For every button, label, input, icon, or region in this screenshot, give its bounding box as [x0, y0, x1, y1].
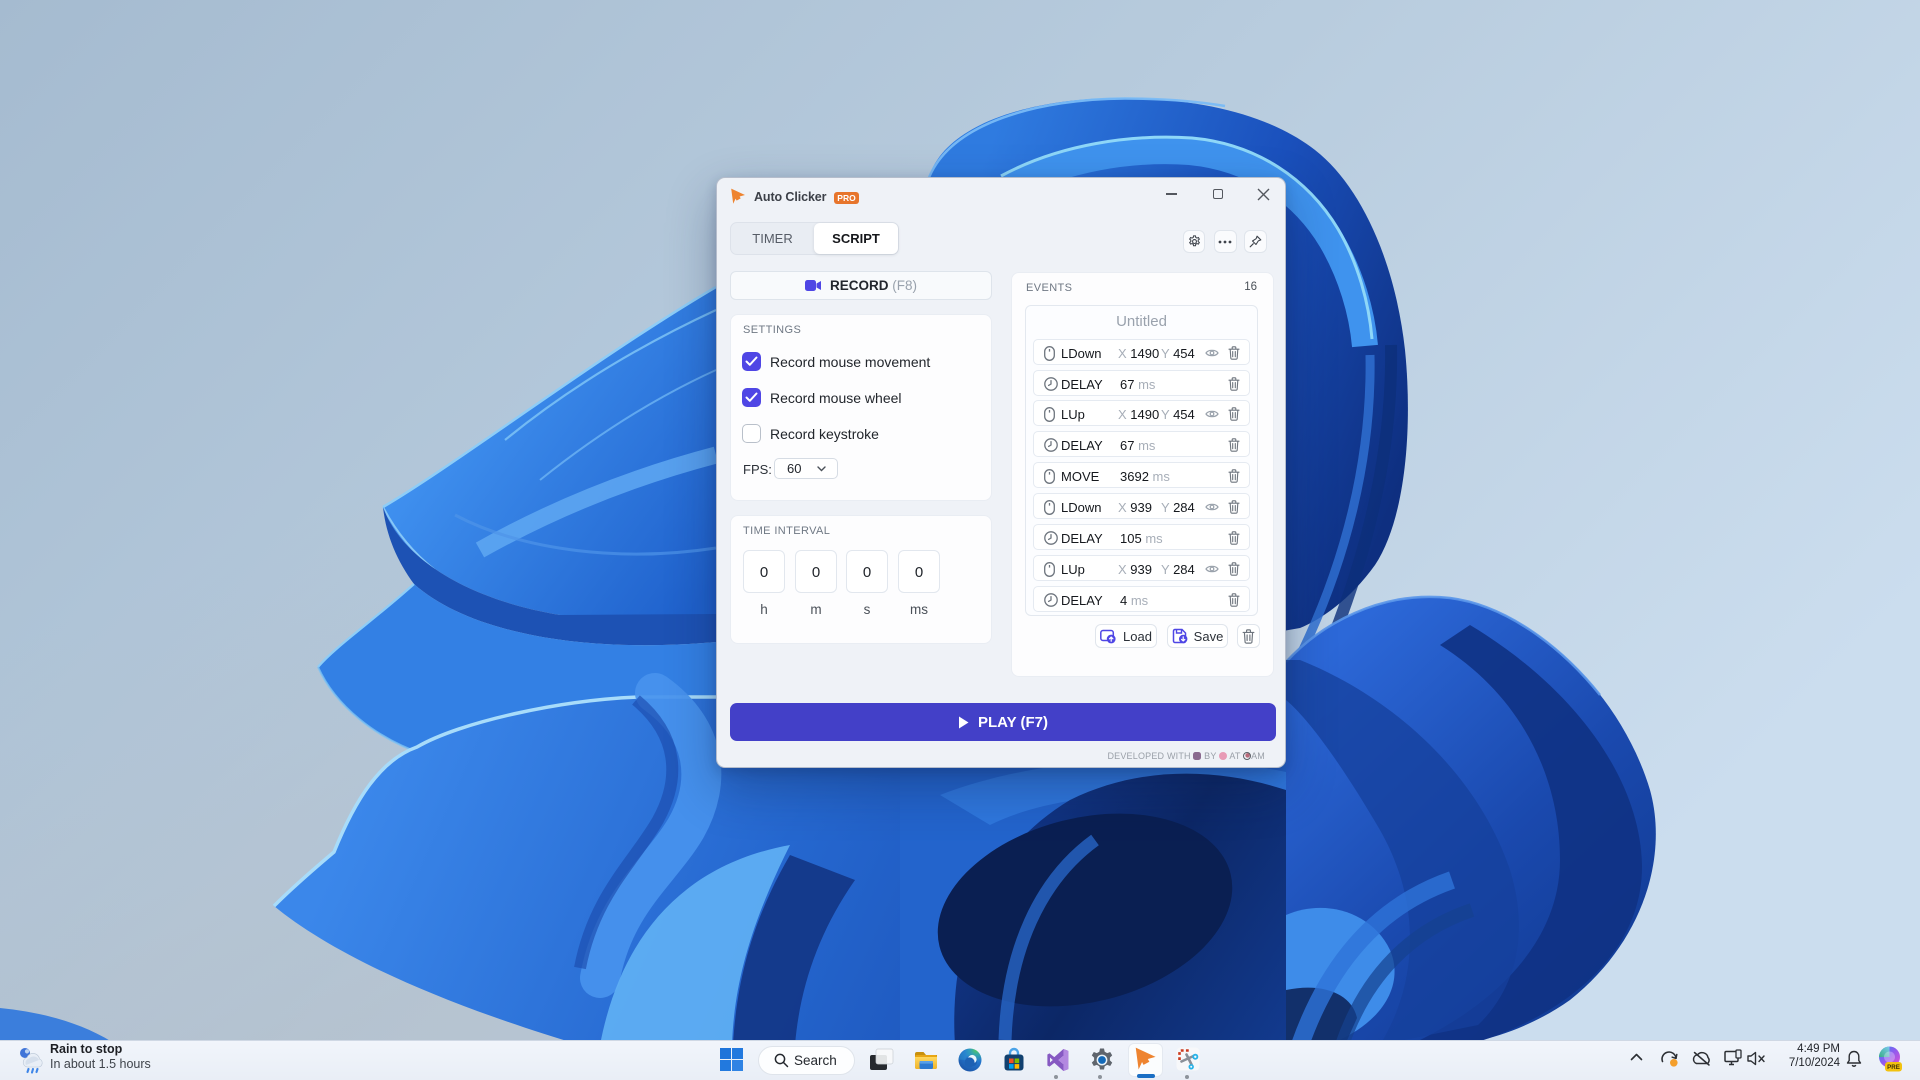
svg-text:PRE: PRE [1887, 1064, 1900, 1071]
